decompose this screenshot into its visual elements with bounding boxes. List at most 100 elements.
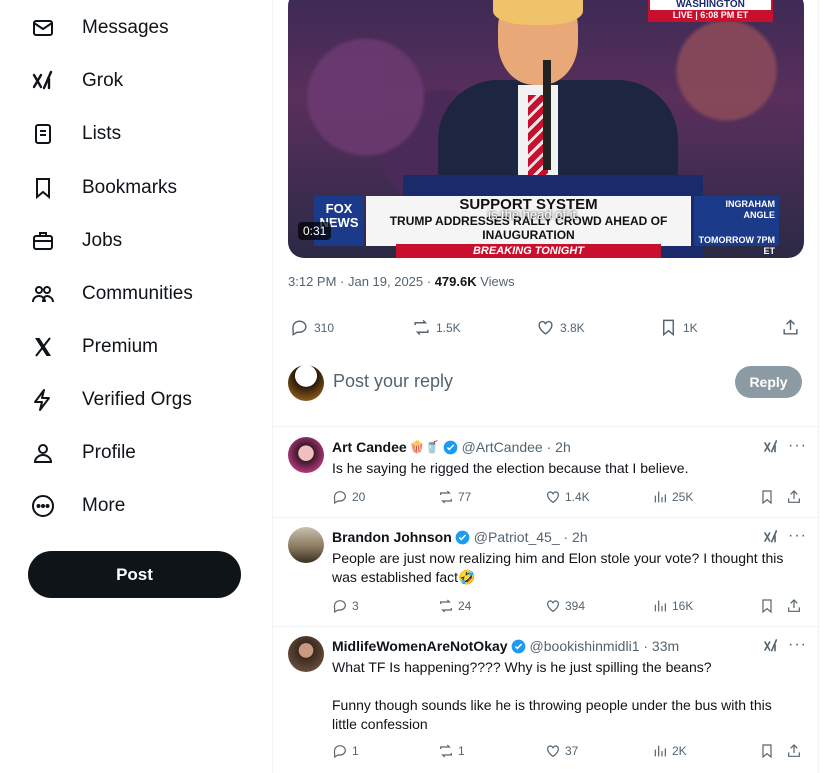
avatar[interactable] (288, 437, 324, 473)
views-count: 16K (672, 599, 694, 613)
sidebar-item-communities[interactable]: Communities (30, 274, 193, 314)
repost-action[interactable]: 1 (438, 743, 465, 759)
repost-action[interactable]: 1.5K (412, 318, 461, 337)
briefcase-icon (30, 228, 56, 254)
reply-button[interactable]: Reply (735, 366, 802, 398)
bookmark-icon (762, 744, 772, 759)
more-options-icon[interactable]: ··· (788, 527, 807, 545)
bookmark-icon (762, 599, 772, 614)
views-action[interactable]: 16K (652, 598, 693, 614)
reply-composer: Post your reply Reply (288, 365, 804, 405)
tweet-actions: 310 1.5K 3.8K 1K (288, 318, 804, 338)
sidebar-item-label: Grok (82, 70, 124, 91)
live-bug: WASHINGTON LIVE | 6:08 PM ET (648, 0, 773, 22)
post-button[interactable]: Post (28, 551, 241, 598)
side-show-time: TOMORROW 7PM ET (698, 235, 775, 256)
sidebar-item-premium[interactable]: Premium (30, 327, 158, 367)
sidebar-item-label: Messages (82, 17, 169, 38)
bookmark-action[interactable]: 1K (659, 318, 698, 337)
tweet-meta: 3:12 PM · Jan 19, 2025 · 479.6K Views (288, 274, 515, 289)
lightning-icon (30, 387, 56, 413)
repost-count: 1 (458, 744, 465, 758)
heart-icon (547, 491, 559, 504)
video-player[interactable]: WASHINGTON LIVE | 6:08 PM ET FOX NEWS SU… (288, 0, 804, 258)
reply-action[interactable]: 3 (332, 598, 359, 614)
reply-item[interactable]: MidlifeWomenAreNotOkay @bookishinmidli1 … (273, 626, 820, 773)
sidebar-item-verified-orgs[interactable]: Verified Orgs (30, 380, 192, 420)
sidebar-item-profile[interactable]: Profile (30, 433, 136, 473)
reply-author-handle[interactable]: @Patriot_45_ · 2h (474, 529, 588, 545)
grok-icon (764, 530, 778, 543)
share-action[interactable] (786, 489, 806, 505)
avatar[interactable] (288, 527, 324, 563)
reply-count: 1 (352, 744, 359, 758)
bookmark-action[interactable] (759, 598, 779, 614)
sidebar-item-bookmarks[interactable]: Bookmarks (30, 168, 177, 208)
reply-author-name[interactable]: Art Candee (332, 439, 407, 455)
repost-action[interactable]: 24 (438, 598, 471, 614)
person-icon (30, 440, 56, 466)
like-action[interactable]: 37 (545, 743, 578, 759)
more-options-icon[interactable]: ··· (788, 636, 807, 654)
reply-actions: 20 77 1.4K 25K (332, 489, 802, 507)
video-caption: is the head of it. (488, 207, 580, 222)
sidebar-item-label: Profile (82, 442, 136, 463)
reply-author-handle[interactable]: @bookishinmidli1 · 33m (530, 638, 680, 654)
verified-badge-icon (455, 530, 470, 544)
heart-icon (547, 745, 559, 758)
sidebar-item-more[interactable]: More (30, 486, 125, 526)
grok-icon (764, 639, 778, 652)
reply-header: Art Candee 🍿🥤 @ArtCandee · 2h (332, 439, 571, 455)
tweet-detail-column: WASHINGTON LIVE | 6:08 PM ET FOX NEWS SU… (272, 0, 820, 773)
repost-icon (414, 319, 429, 336)
like-action[interactable]: 3.8K (536, 318, 585, 337)
analytics-icon (654, 600, 666, 612)
views-action[interactable]: 25K (652, 489, 693, 505)
like-count: 1.4K (565, 490, 590, 504)
share-action[interactable] (781, 318, 805, 337)
video-microphone (543, 60, 551, 170)
repost-icon (440, 744, 452, 758)
reply-icon (292, 320, 307, 336)
sidebar-item-jobs[interactable]: Jobs (30, 221, 122, 261)
bookmark-icon (762, 490, 772, 505)
like-count: 3.8K (560, 320, 585, 335)
reply-action[interactable]: 310 (290, 318, 334, 337)
like-action[interactable]: 394 (545, 598, 585, 614)
like-action[interactable]: 1.4K (545, 489, 590, 505)
video-duration: 0:31 (298, 222, 332, 240)
avatar[interactable] (288, 636, 324, 672)
repost-action[interactable]: 77 (438, 489, 471, 505)
repost-icon (440, 599, 452, 613)
share-action[interactable] (786, 743, 806, 759)
reply-action[interactable]: 1 (332, 743, 359, 759)
tweet-timestamp[interactable]: 3:12 PM · Jan 19, 2025 · (288, 274, 435, 289)
repost-count: 77 (458, 490, 472, 504)
reply-author-handle[interactable]: @ArtCandee · 2h (462, 439, 571, 455)
share-icon (788, 490, 800, 503)
bookmark-icon (30, 175, 56, 201)
bookmark-action[interactable] (759, 489, 779, 505)
more-options-icon[interactable]: ··· (788, 437, 807, 455)
views-action[interactable]: 2K (652, 743, 687, 759)
repost-count: 24 (458, 599, 472, 613)
reply-item[interactable]: Brandon Johnson @Patriot_45_ · 2h ··· Pe… (273, 517, 820, 626)
reply-input[interactable]: Post your reply (333, 371, 453, 392)
live-label: LIVE | 6:08 PM ET (650, 10, 771, 20)
share-icon (788, 599, 800, 612)
reply-header: MidlifeWomenAreNotOkay @bookishinmidli1 … (332, 638, 679, 654)
reply-item[interactable]: Art Candee 🍿🥤 @ArtCandee · 2h ··· Is he … (273, 427, 820, 517)
share-action[interactable] (786, 598, 806, 614)
reply-author-name[interactable]: MidlifeWomenAreNotOkay (332, 638, 508, 654)
bookmark-action[interactable] (759, 743, 779, 759)
reply-text: People are just now realizing him and El… (332, 550, 784, 585)
sidebar-item-lists[interactable]: Lists (30, 114, 121, 154)
sidebar-item-messages[interactable]: Messages (30, 8, 169, 48)
reply-author-name[interactable]: Brandon Johnson (332, 529, 452, 545)
sidebar-item-grok[interactable]: Grok (30, 61, 123, 101)
reply-action[interactable]: 20 (332, 489, 365, 505)
views-count: 25K (672, 490, 694, 504)
reply-text: Is he saying he rigged the election beca… (332, 460, 689, 476)
grok-icon (30, 68, 56, 94)
heart-icon (547, 600, 559, 613)
